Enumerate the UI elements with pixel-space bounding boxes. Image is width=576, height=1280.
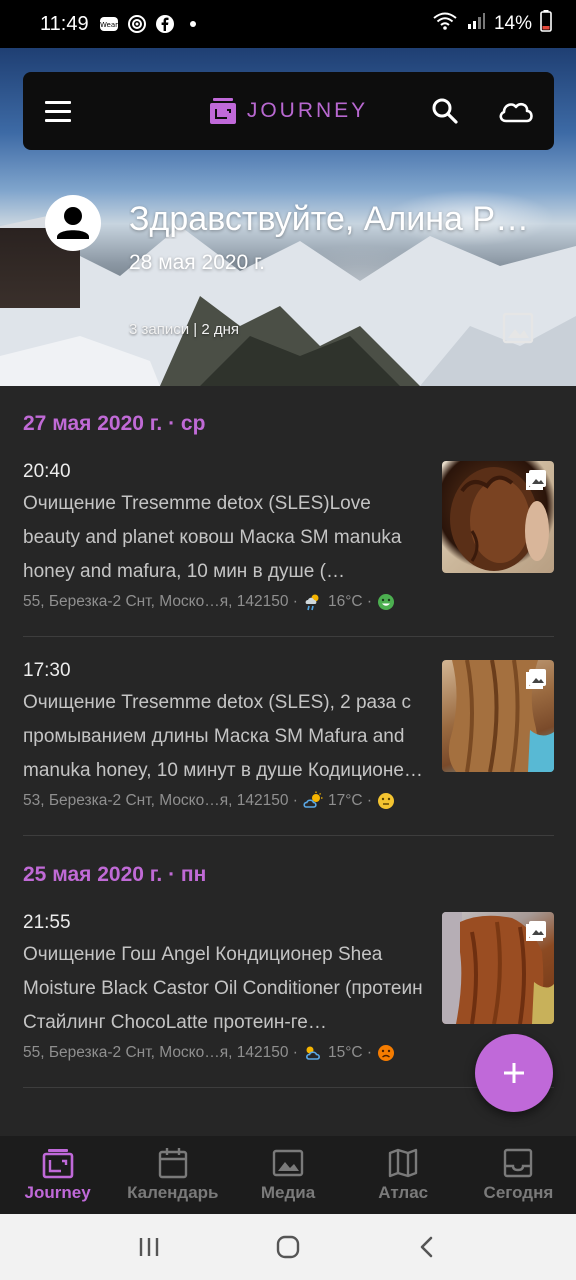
greeting-date: 28 мая 2020 г. <box>129 251 265 274</box>
photo-badge-icon <box>526 921 546 941</box>
status-time: 11:49 <box>40 12 89 35</box>
top-app-bar: JOURNEY <box>23 72 554 150</box>
nav-journey[interactable]: Journey <box>0 1136 115 1214</box>
search-icon[interactable] <box>428 94 462 128</box>
dot-icon <box>183 14 203 34</box>
divider <box>23 636 554 637</box>
change-cover-icon[interactable] <box>501 311 535 345</box>
entry-time: 17:30 <box>23 660 71 681</box>
nav-media[interactable]: Медиа <box>230 1136 345 1214</box>
wear-icon: Wear <box>99 14 119 34</box>
nav-label: Атлас <box>378 1183 429 1202</box>
bottom-navigation: Journey Календарь Медиа Атлас Сегодня <box>0 1136 576 1214</box>
entry-meta: 55, Березка-2 Снт, Моско…я, 142150 · 16°… <box>23 592 395 612</box>
mood-happy-icon <box>378 594 395 610</box>
status-bar: 11:49 Wear 14% <box>0 0 576 48</box>
facebook-icon <box>155 14 175 34</box>
mood-neutral-icon <box>378 793 395 809</box>
photo-badge-icon <box>526 470 546 490</box>
calendar-icon <box>157 1147 189 1179</box>
nav-label: Календарь <box>127 1183 219 1202</box>
battery-level: 14% <box>493 13 532 34</box>
entry-text: Очищение Гош Angel Кондиционер Shea Mois… <box>23 944 423 1033</box>
photo-badge-icon <box>526 669 546 689</box>
cloud-sync-icon[interactable] <box>496 92 536 130</box>
entry-location: 55, Березка-2 Снт, Моско…я, 142150 · <box>23 1044 298 1061</box>
nav-label: Journey <box>24 1183 91 1202</box>
add-entry-button[interactable] <box>475 1034 553 1112</box>
divider <box>23 835 554 836</box>
nav-label: Сегодня <box>483 1183 554 1202</box>
entry-time: 20:40 <box>23 461 71 482</box>
avatar[interactable] <box>45 195 101 251</box>
entry-text: Очищение Tresemme detox (SLES), 2 раза с… <box>23 692 423 781</box>
wifi-icon <box>432 11 458 37</box>
entry-text: Очищение Tresemme detox (SLES)Love beaut… <box>23 493 402 582</box>
app-title: JOURNEY <box>246 99 369 122</box>
battery-icon <box>540 10 552 38</box>
entry-location: 53, Березка-2 Снт, Моско…я, 142150 · <box>23 792 298 809</box>
entry-stats: 3 записи | 2 дня <box>129 321 240 338</box>
divider <box>23 1087 554 1088</box>
system-navigation-bar <box>0 1214 576 1280</box>
nav-today[interactable]: Сегодня <box>461 1136 576 1214</box>
entry-card[interactable]: 20:40 Очищение Tresemme detox (SLES)Love… <box>0 461 576 636</box>
date-header: 25 мая 2020 г. · пн <box>23 863 207 886</box>
cloud-sun-icon <box>305 1046 320 1060</box>
entries-list: 27 мая 2020 г. · ср 20:40 Очищение Trese… <box>0 386 576 1136</box>
back-icon[interactable] <box>407 1227 447 1267</box>
map-icon <box>387 1147 419 1179</box>
entry-photo[interactable] <box>442 461 554 573</box>
partly-sunny-icon <box>303 791 323 808</box>
entry-photo[interactable] <box>442 912 554 1024</box>
entry-meta: 53, Березка-2 Снт, Моско…я, 142150 · 17°… <box>23 791 395 811</box>
entry-card[interactable]: 17:30 Очищение Tresemme detox (SLES), 2 … <box>0 660 576 835</box>
nav-calendar[interactable]: Календарь <box>115 1136 230 1214</box>
date-header: 27 мая 2020 г. · ср <box>23 412 206 435</box>
mood-sad-icon <box>378 1045 395 1061</box>
brand: JOURNEY <box>23 97 554 125</box>
alarm-icon <box>127 14 147 34</box>
greeting-title: Здравствуйте, Алина Р… <box>129 200 530 238</box>
media-icon <box>272 1147 304 1179</box>
svg-text:Wear: Wear <box>100 21 118 29</box>
rain-cloud-icon <box>305 594 319 611</box>
home-icon[interactable] <box>268 1227 308 1267</box>
plus-icon <box>504 1063 524 1083</box>
entry-location: 55, Березка-2 Снт, Моско…я, 142150 · <box>23 593 298 610</box>
signal-icon <box>466 11 486 37</box>
entry-temperature: 16°C · <box>327 593 373 610</box>
today-icon <box>502 1147 534 1179</box>
recent-apps-icon[interactable] <box>129 1227 169 1267</box>
entry-time: 21:55 <box>23 912 71 933</box>
entry-photo[interactable] <box>442 660 554 772</box>
entry-meta: 55, Березка-2 Снт, Моско…я, 142150 · 15°… <box>23 1043 395 1063</box>
entry-temperature: 15°C · <box>327 1044 373 1061</box>
journey-logo-icon <box>209 98 236 124</box>
journey-icon <box>42 1147 74 1179</box>
entry-temperature: 17°C · <box>327 792 373 809</box>
menu-icon[interactable] <box>45 94 79 128</box>
nav-label: Медиа <box>260 1183 316 1202</box>
nav-atlas[interactable]: Атлас <box>346 1136 461 1214</box>
